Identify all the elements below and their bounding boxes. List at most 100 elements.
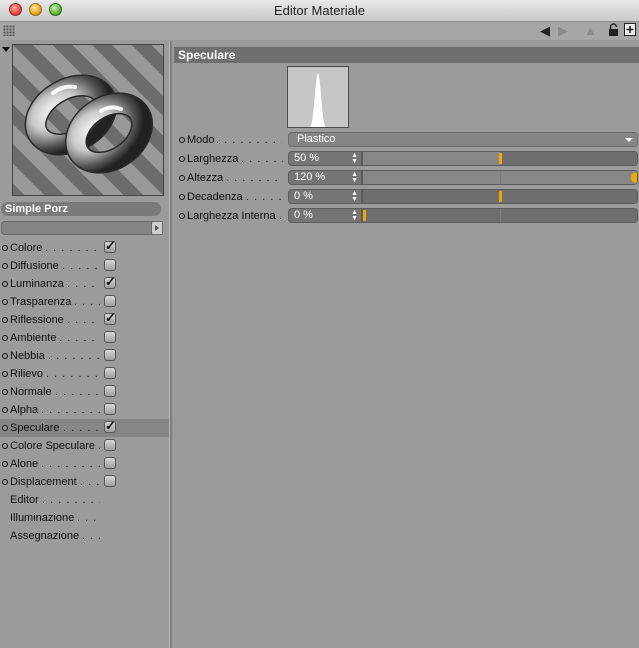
param-value: 0 % — [294, 190, 313, 202]
channel-checkbox[interactable]: ✓ — [104, 275, 116, 289]
channel-item[interactable]: Colore Speculare. . . . . . . . . . . . … — [0, 437, 169, 455]
channel-checkbox[interactable] — [104, 259, 116, 271]
animate-dot-icon[interactable] — [2, 281, 8, 287]
param-label: Decadenza — [187, 191, 243, 203]
channel-label: Alpha — [10, 404, 39, 416]
param-label: Larghezza — [187, 153, 239, 165]
slider-knob[interactable] — [499, 191, 502, 202]
animate-dot-icon[interactable] — [2, 371, 8, 377]
channel-checkbox[interactable] — [104, 475, 116, 487]
param-slider[interactable] — [362, 208, 638, 223]
channel-checkbox[interactable] — [104, 439, 116, 451]
channel-label: Normale — [10, 386, 52, 398]
channel-checkbox[interactable]: ✓ — [104, 239, 116, 253]
param-slider[interactable] — [362, 189, 638, 204]
animate-dot-icon[interactable] — [2, 353, 8, 359]
param-value-field[interactable]: 0 % ▲ ▼ — [288, 208, 362, 223]
slider-knob[interactable] — [363, 210, 366, 221]
animate-dot-icon[interactable] — [179, 194, 185, 200]
animate-dot-icon[interactable] — [2, 479, 8, 485]
channel-checkbox[interactable] — [104, 403, 116, 415]
param-value-field[interactable]: 120 % ▲ ▼ — [288, 170, 362, 185]
channel-item[interactable]: Rilievo. . . . . . . . . . . . . . — [0, 365, 169, 383]
channel-checkbox[interactable]: ✓ — [104, 419, 116, 433]
back-arrow-icon[interactable]: ◀ — [540, 23, 550, 39]
animate-dot-icon[interactable] — [2, 245, 8, 251]
channel-item[interactable]: Assegnazione. . . . . . . . . . . . . . — [0, 527, 169, 545]
material-preview[interactable] — [12, 44, 164, 196]
modo-dropdown[interactable]: Plastico — [288, 132, 638, 147]
channel-item[interactable]: Colore. . . . . . . . . . . . . . ✓ — [0, 239, 169, 257]
channel-item[interactable]: Alone. . . . . . . . . . . . . . — [0, 455, 169, 473]
slider-knob[interactable] — [631, 172, 637, 183]
animate-dot-icon[interactable] — [179, 175, 185, 181]
channel-checkbox[interactable] — [104, 349, 116, 361]
channel-checkbox[interactable] — [104, 385, 116, 397]
channel-item[interactable]: Displacement. . . . . . . . . . . . . . — [0, 473, 169, 491]
grip-icon[interactable] — [3, 25, 15, 36]
attribute-panel: Speculare Modo . . . . . . . . . . Plast… — [172, 41, 639, 648]
dot-leader: . . . . . . . . . . . . . . — [48, 350, 100, 362]
channel-item[interactable]: Illuminazione. . . . . . . . . . . . . . — [0, 509, 169, 527]
dot-leader: . . . . . . . . . . — [246, 191, 283, 203]
channel-item[interactable]: Diffusione. . . . . . . . . . . . . . — [0, 257, 169, 275]
channel-item[interactable]: Nebbia. . . . . . . . . . . . . . — [0, 347, 169, 365]
scroll-right-arrow-icon[interactable] — [151, 221, 163, 235]
dot-leader: . . . . . . . . . . . . . . — [42, 494, 100, 506]
channel-item[interactable]: Normale. . . . . . . . . . . . . . — [0, 383, 169, 401]
channel-item[interactable]: Riflessione. . . . . . . . . . . . . . ✓ — [0, 311, 169, 329]
dot-leader: . . . . . . . . . . . . . . — [41, 458, 100, 470]
dot-leader: . . . . . . . . . . . . . . — [62, 260, 100, 272]
channel-item[interactable]: Trasparenza. . . . . . . . . . . . . . — [0, 293, 169, 311]
animate-dot-icon[interactable] — [2, 335, 8, 341]
stepper-arrows-icon[interactable]: ▲ ▼ — [351, 152, 358, 165]
forward-arrow-icon[interactable]: ▶ — [558, 23, 568, 39]
dot-leader: . . . . . . . . . . — [279, 210, 283, 222]
animate-dot-icon[interactable] — [2, 317, 8, 323]
channel-item[interactable]: Luminanza. . . . . . . . . . . . . . ✓ — [0, 275, 169, 293]
material-name-field[interactable]: Simple Porz — [1, 202, 161, 216]
channel-checkbox[interactable] — [104, 295, 116, 307]
channel-label: Riflessione — [10, 314, 64, 326]
channel-item[interactable]: Ambiente. . . . . . . . . . . . . . — [0, 329, 169, 347]
animate-dot-icon[interactable] — [2, 263, 8, 269]
animate-dot-icon[interactable] — [2, 443, 8, 449]
animate-dot-icon[interactable] — [2, 461, 8, 467]
dot-leader: . . . . . . . . . . . . . . — [59, 332, 100, 344]
param-slider[interactable] — [362, 151, 638, 166]
animate-dot-icon[interactable] — [2, 299, 8, 305]
lock-icon[interactable] — [608, 23, 619, 41]
animate-dot-icon[interactable] — [179, 156, 185, 162]
param-slider[interactable] — [362, 170, 638, 185]
stepper-arrows-icon[interactable]: ▲ ▼ — [351, 209, 358, 222]
param-value-field[interactable]: 50 % ▲ ▼ — [288, 151, 362, 166]
up-arrow-icon[interactable]: ▲ — [584, 23, 597, 39]
slider-fill — [363, 152, 500, 165]
channel-checkbox[interactable] — [104, 331, 116, 343]
channel-scrollbar[interactable] — [1, 221, 163, 235]
slider-midpoint-tick — [500, 209, 501, 222]
animate-dot-icon[interactable] — [179, 137, 185, 143]
modo-row: Modo . . . . . . . . . . Plastico — [172, 131, 639, 149]
section-title: Speculare — [174, 47, 639, 63]
channel-checkbox[interactable]: ✓ — [104, 311, 116, 325]
channel-label: Ambiente — [10, 332, 57, 344]
animate-dot-icon[interactable] — [2, 425, 8, 431]
animate-dot-icon[interactable] — [2, 389, 8, 395]
preview-menu-arrow-icon[interactable] — [2, 47, 10, 52]
channel-checkbox[interactable] — [104, 367, 116, 379]
channel-item[interactable]: Editor. . . . . . . . . . . . . . — [0, 491, 169, 509]
stepper-arrows-icon[interactable]: ▲ ▼ — [351, 171, 358, 184]
channel-checkbox[interactable] — [104, 457, 116, 469]
dot-leader: . . . . . . . . . . . . . . — [80, 476, 100, 488]
stepper-arrows-icon[interactable]: ▲ ▼ — [351, 190, 358, 203]
animate-dot-icon[interactable] — [179, 213, 185, 219]
param-value-field[interactable]: 0 % ▲ ▼ — [288, 189, 362, 204]
channel-label: Colore — [10, 242, 43, 254]
channel-item[interactable]: Alpha. . . . . . . . . . . . . . — [0, 401, 169, 419]
new-window-icon[interactable] — [624, 23, 636, 40]
animate-dot-icon[interactable] — [2, 407, 8, 413]
channel-panel: Simple Porz Colore. . . . . . . . . . . … — [0, 41, 169, 648]
channel-item[interactable]: Speculare. . . . . . . . . . . . . . ✓ — [0, 419, 169, 437]
slider-knob[interactable] — [499, 153, 502, 164]
